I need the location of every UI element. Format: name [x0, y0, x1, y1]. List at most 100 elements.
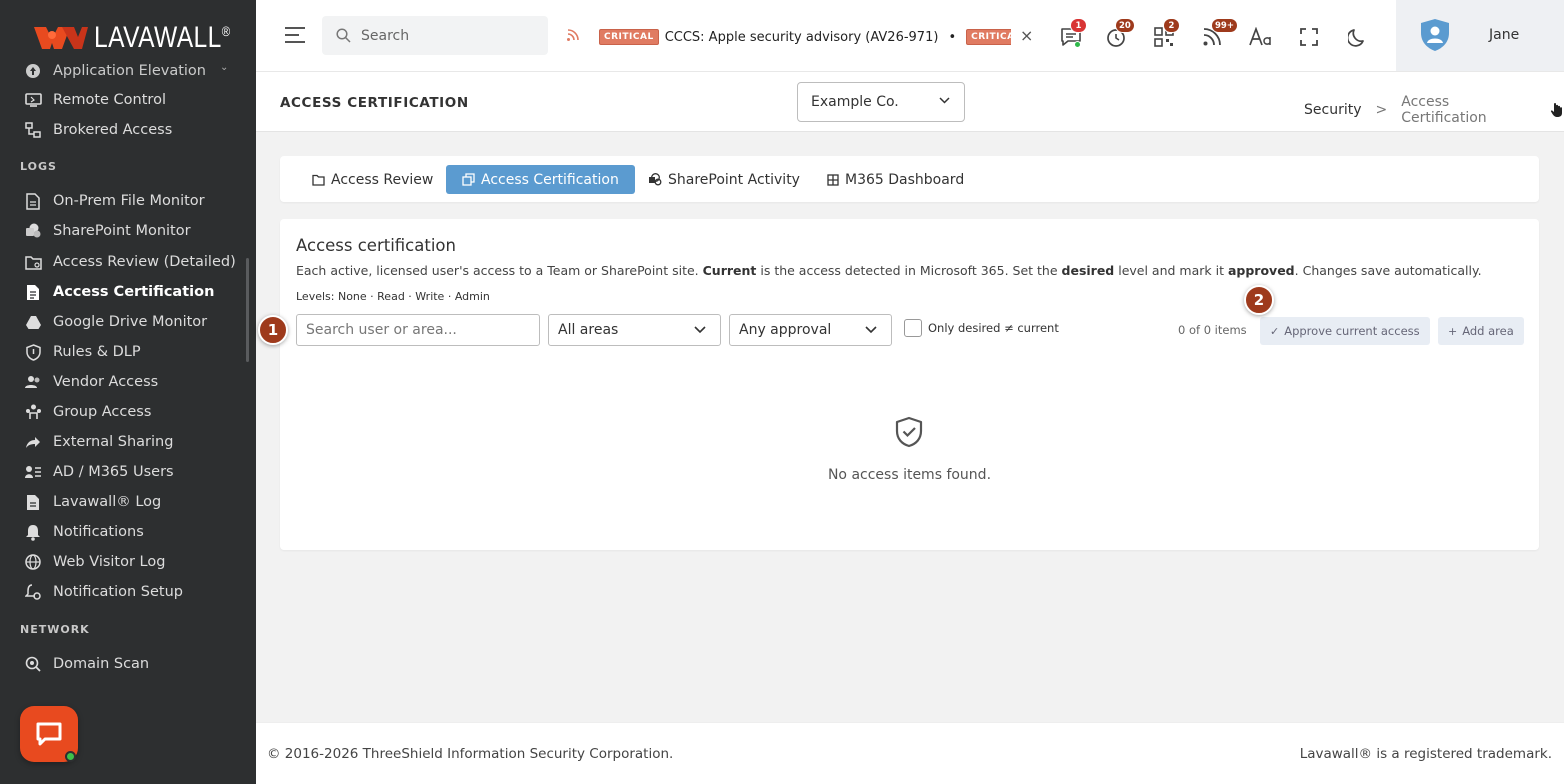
levels-legend: Levels: None · Read · Write · Admin [296, 290, 490, 303]
logo-text: LAVAWALL [94, 21, 222, 54]
dark-mode-button[interactable] [1345, 24, 1371, 50]
empty-state-text: No access items found. [827, 467, 992, 483]
network-section-header: NETWORK [20, 623, 90, 636]
only-desired-differs-checkbox[interactable]: Only desired ≠ current [904, 319, 1059, 337]
log-icon [24, 493, 42, 511]
sidebar-item-google-drive-monitor[interactable]: Google Drive Monitor [0, 307, 248, 337]
tab-bar: Access Review Access Certification Share… [280, 156, 1539, 202]
items-count: 0 of 0 items [1178, 323, 1247, 337]
top-bar: Search CRITICAL CCCS: Apple security adv… [256, 0, 1564, 72]
page-header: ACCESS CERTIFICATION Example Co. Securit… [256, 72, 1564, 132]
fullscreen-button[interactable] [1296, 24, 1322, 50]
tab-sharepoint-activity[interactable]: SharePoint Activity [632, 165, 816, 194]
button-label: Add area [1462, 324, 1514, 338]
sidebar-item-on-prem-file-monitor[interactable]: On-Prem File Monitor [0, 186, 248, 216]
sidebar-item-group-access[interactable]: Group Access [0, 397, 248, 427]
sidebar-item-remote-control[interactable]: Remote Control [0, 85, 248, 115]
sidebar-scrollbar[interactable] [246, 258, 249, 362]
sidebar-item-access-review-detailed[interactable]: Access Review (Detailed) [0, 247, 248, 277]
sidebar-item-sharepoint-monitor[interactable]: SharePoint Monitor [0, 216, 248, 246]
sidebar-item-application-elevation[interactable]: Application Elevation ⌄ [0, 56, 248, 86]
critical-badge: CRITICAL [966, 29, 1011, 45]
areas-select[interactable]: All areas [548, 314, 721, 346]
company-select[interactable]: Example Co. [797, 82, 965, 122]
font-size-button[interactable] [1248, 24, 1274, 50]
breadcrumb-security[interactable]: Security [1304, 102, 1362, 118]
sidebar-item-label: Notifications [53, 524, 144, 540]
sidebar-item-ad-m365-users[interactable]: AD / M365 Users [0, 457, 248, 487]
sidebar-item-domain-scan[interactable]: Domain Scan [0, 649, 248, 679]
sidebar-item-label: Google Drive Monitor [53, 314, 208, 330]
tab-label: M365 Dashboard [845, 171, 965, 188]
add-area-button[interactable]: + Add area [1438, 317, 1524, 345]
footer: © 2016-2026 ThreeShield Information Secu… [256, 722, 1564, 784]
trademark-text: Lavawall® is a registered trademark. [1299, 746, 1552, 762]
sidebar-item-label: Group Access [53, 404, 152, 420]
shield-icon [24, 343, 42, 361]
elevation-icon [24, 62, 42, 80]
hand-pointer-icon [1550, 102, 1564, 118]
sidebar-item-external-sharing[interactable]: External Sharing [0, 427, 248, 457]
sidebar-item-rules-dlp[interactable]: Rules & DLP [0, 337, 248, 367]
tab-access-certification[interactable]: Access Certification [446, 165, 635, 194]
approval-select-value: Any approval [739, 322, 832, 338]
search-user-placeholder: Search user or area... [306, 322, 457, 338]
alerts-button[interactable]: 20 [1103, 18, 1135, 50]
description-text: . Changes save automatically. [1294, 263, 1482, 278]
breadcrumb-current: Access Certification [1401, 94, 1487, 126]
share-icon [24, 433, 42, 451]
sidebar-item-notifications[interactable]: Notifications [0, 517, 248, 547]
global-search-input[interactable]: Search [322, 16, 548, 55]
sidebar-item-label: Remote Control [53, 92, 166, 108]
tab-access-review[interactable]: Access Review [296, 165, 449, 194]
folder-icon [312, 174, 325, 186]
folder-icon [24, 253, 42, 271]
news-ticker[interactable]: CRITICAL CCCS: Apple security advisory (… [599, 27, 1011, 47]
sidebar-item-access-certification[interactable]: Access Certification [0, 277, 248, 307]
grid-icon [827, 173, 839, 186]
sidebar-item-vendor-access[interactable]: Vendor Access [0, 367, 248, 397]
menu-icon[interactable] [284, 26, 306, 44]
user-name: Jane [1489, 27, 1520, 43]
document-icon [24, 283, 42, 301]
sidebar-item-notification-setup[interactable]: Notification Setup [0, 577, 248, 607]
feed-badge: 99+ [1211, 18, 1238, 33]
lavawall-logo[interactable]: LAVAWALL® [32, 18, 256, 58]
ticker-close-icon[interactable]: × [1020, 26, 1033, 45]
messages-button[interactable]: 1 [1058, 18, 1087, 50]
scan-icon [24, 655, 42, 673]
sidebar-item-label: Web Visitor Log [53, 554, 166, 570]
sharepoint-icon [648, 173, 662, 186]
user-shield-icon [1421, 19, 1449, 51]
chat-icon [36, 722, 62, 746]
copy-icon [462, 173, 475, 186]
chevron-down-icon [694, 326, 706, 334]
users-icon [24, 373, 42, 391]
copyright-text: © 2016-2026 ThreeShield Information Secu… [267, 746, 674, 762]
sidebar-item-web-visitor-log[interactable]: Web Visitor Log [0, 547, 248, 577]
user-menu[interactable]: Jane [1396, 0, 1564, 71]
feed-button[interactable]: 99+ [1199, 18, 1238, 50]
breadcrumb: Security > Access Certification [1304, 94, 1564, 126]
sidebar-item-label: Vendor Access [53, 374, 159, 390]
file-icon [24, 192, 42, 210]
approval-select[interactable]: Any approval [729, 314, 892, 346]
chevron-down-icon [865, 326, 877, 334]
plus-icon: + [1448, 324, 1458, 338]
search-user-input[interactable]: Search user or area... [296, 314, 540, 346]
messages-badge: 1 [1070, 18, 1087, 33]
tab-m365-dashboard[interactable]: M365 Dashboard [811, 165, 980, 194]
checkbox-label: Only desired ≠ current [928, 321, 1059, 335]
sidebar-item-label: Access Review (Detailed) [53, 254, 236, 270]
chevron-down-icon [939, 97, 950, 104]
sidebar-item-label: External Sharing [53, 434, 174, 450]
sidebar-item-brokered-access[interactable]: Brokered Access [0, 115, 248, 145]
tab-label: SharePoint Activity [668, 171, 800, 188]
ticker-separator: • [948, 29, 957, 45]
checkbox[interactable] [904, 319, 922, 337]
qr-button[interactable]: 2 [1151, 18, 1180, 50]
moon-icon [1348, 29, 1364, 47]
approve-current-access-button[interactable]: ✓ Approve current access [1260, 317, 1430, 345]
sidebar-item-lavawall-log[interactable]: Lavawall® Log [0, 487, 248, 517]
online-status-dot [65, 751, 76, 762]
